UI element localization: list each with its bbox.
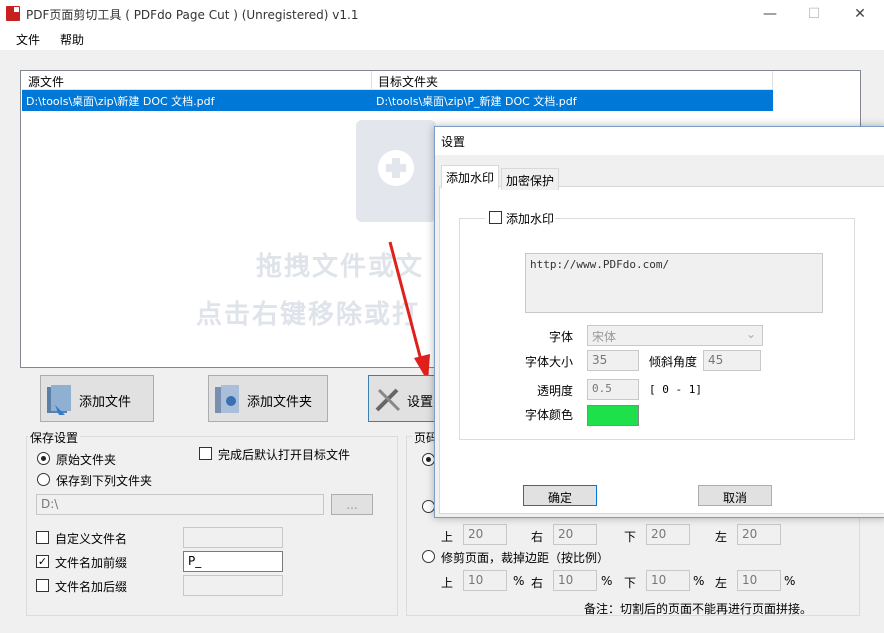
open-after-checkbox[interactable] [199,447,212,460]
prefix-field[interactable]: P_ [183,551,283,572]
margin-bottom-label: 下 [624,530,637,544]
pct-left-label: 左 [715,576,728,590]
original-folder-label: 原始文件夹 [56,453,117,467]
window-title: PDF页面剪切工具 ( PDFdo Page Cut ) (Unregister… [26,8,359,22]
prefix-checkbox[interactable]: ✓ [36,555,49,568]
font-select[interactable]: 宋体 ⌄ [587,325,763,346]
custom-name-checkbox[interactable] [36,531,49,544]
add-watermark-label: 添加水印 [506,212,555,226]
folder-add-watermark-icon [356,120,436,222]
tab-watermark[interactable]: 添加水印 [441,165,500,189]
row-target-cell[interactable]: D:\tools\桌面\zip\P_新建 DOC 文档.pdf [372,90,773,111]
row-source-cell[interactable]: D:\tools\桌面\zip\新建 DOC 文档.pdf [22,90,372,111]
tools-icon [375,388,401,412]
browse-button[interactable]: ... [331,494,373,515]
column-header-target[interactable]: 目标文件夹 [372,71,773,90]
menu-bar [0,28,884,50]
menu-file[interactable]: 文件 [16,31,40,48]
settings-button[interactable]: 设置 [368,375,438,422]
pct-right-field[interactable]: 10 [553,570,597,591]
add-file-icon [47,385,71,415]
margin-right-label: 右 [531,530,544,544]
settings-dialog: 设置 添加水印 加密保护 添加水印 http://www.PDFdo.com/ … [434,126,884,518]
angle-label: 倾斜角度 [648,355,697,369]
pct-unit: % [513,574,525,588]
pct-bottom-label: 下 [624,576,637,590]
red-arrow-icon [388,241,430,382]
font-color-label: 字体颜色 [524,408,573,422]
dialog-title: 设置 [435,127,884,155]
add-folder-icon [215,385,239,413]
trim-mode-label: 修剪页面，裁掉边距（按比例） [441,551,610,565]
chevron-down-icon: ⌄ [745,327,756,341]
column-header-source[interactable]: 源文件 [22,71,372,90]
opacity-field[interactable]: 0.5 [587,379,639,400]
custom-name-field[interactable] [183,527,283,548]
pct-bottom-field[interactable]: 10 [646,570,690,591]
minimize-button[interactable]: — [756,4,784,24]
margin-top-field[interactable]: 20 [463,524,507,545]
original-folder-radio[interactable] [37,452,50,465]
cancel-button[interactable]: 取消 [698,485,772,506]
settings-label: 设置 [407,395,434,410]
opacity-label: 透明度 [536,384,573,398]
save-to-folder-label: 保存到下列文件夹 [56,474,153,488]
ok-button[interactable]: 确定 [523,485,597,506]
watermark-text-area[interactable]: http://www.PDFdo.com/ [525,253,823,313]
page-note: 备注：切割后的页面不能再进行页面拼接。 [584,602,813,616]
margin-bottom-field[interactable]: 20 [646,524,690,545]
maximize-button[interactable]: ☐ [800,4,828,24]
margin-left-field[interactable]: 20 [737,524,781,545]
add-folder-label: 添加文件夹 [247,395,313,410]
pct-unit: % [693,574,705,588]
add-file-label: 添加文件 [79,395,132,410]
custom-name-label: 自定义文件名 [55,532,128,546]
pdf-app-icon [6,6,20,21]
suffix-label: 文件名加后缀 [55,580,128,594]
pct-unit: % [784,574,796,588]
margin-left-label: 左 [715,530,728,544]
pct-unit: % [601,574,613,588]
opacity-range-label: [ 0 - 1] [649,383,702,396]
trim-mode-radio[interactable] [422,550,435,563]
prefix-label: 文件名加前缀 [55,556,128,570]
pct-top-label: 上 [441,576,454,590]
pct-top-field[interactable]: 10 [463,570,507,591]
pct-right-label: 右 [531,576,544,590]
pct-left-field[interactable]: 10 [737,570,781,591]
margin-right-field[interactable]: 20 [553,524,597,545]
menu-help[interactable]: 帮助 [60,31,84,48]
close-button[interactable]: ✕ [846,4,874,24]
angle-field[interactable]: 45 [703,350,761,371]
add-file-button[interactable]: 添加文件 [40,375,154,422]
save-settings-title: 保存设置 [28,429,81,446]
font-color-swatch[interactable] [587,405,639,426]
save-to-folder-radio[interactable] [37,473,50,486]
tab-encryption[interactable]: 加密保护 [501,168,560,190]
output-path-field[interactable]: D:\ [36,494,324,515]
add-watermark-checkbox[interactable] [489,211,502,224]
add-folder-button[interactable]: 添加文件夹 [208,375,328,422]
suffix-checkbox[interactable] [36,579,49,592]
font-label: 字体 [548,330,573,344]
suffix-field[interactable] [183,575,283,596]
font-select-value: 宋体 [592,330,617,344]
font-size-label: 字体大小 [524,355,573,369]
margin-top-label: 上 [441,530,454,544]
open-after-label: 完成后默认打开目标文件 [218,448,351,462]
font-size-field[interactable]: 35 [587,350,639,371]
